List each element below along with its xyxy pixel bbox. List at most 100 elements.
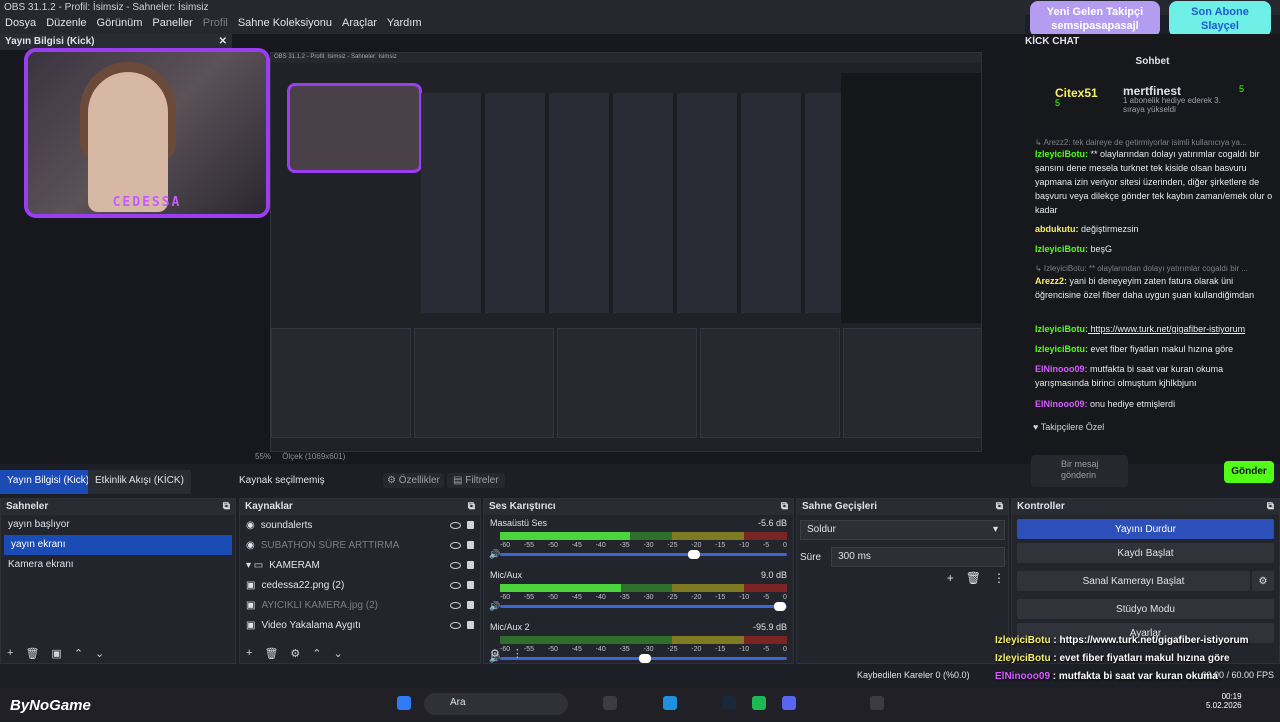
start-recording-button[interactable]: Kaydı Başlat xyxy=(1017,543,1274,563)
obs-icon[interactable] xyxy=(870,696,884,710)
gear-icon[interactable]: ⚙ xyxy=(290,647,300,661)
edge-icon[interactable] xyxy=(663,696,677,710)
chevron-down-icon: ▾ xyxy=(992,524,998,535)
eye-icon[interactable] xyxy=(450,561,461,569)
menu-item-2[interactable]: Görünüm xyxy=(97,17,143,32)
add-icon[interactable]: + xyxy=(246,647,252,661)
menu-item-6[interactable]: Araçlar xyxy=(342,17,377,32)
sources-title: Kaynaklar xyxy=(245,501,293,512)
source-name: cedessa22.png (2) xyxy=(261,579,345,591)
scene-item[interactable]: yayın başlıyor xyxy=(1,515,235,535)
scene-item[interactable]: Kamera ekranı xyxy=(1,555,235,575)
eye-icon[interactable] xyxy=(450,541,461,549)
clock-time: 00:19 xyxy=(1221,692,1242,701)
fader-knob[interactable] xyxy=(688,550,701,559)
virtual-camera-button[interactable]: Sanal Kamerayı Başlat xyxy=(1017,571,1250,591)
dock-menu-icon[interactable]: ⧉ xyxy=(1267,501,1274,513)
lock-icon[interactable] xyxy=(467,581,474,589)
volume-fader[interactable] xyxy=(500,553,787,556)
dock-menu-icon[interactable]: ⧉ xyxy=(468,501,475,513)
pinned-count: 5 xyxy=(1055,98,1061,108)
more-icon[interactable]: ⋮ xyxy=(512,647,523,661)
discord-icon[interactable] xyxy=(782,696,796,710)
scene-item[interactable]: yayın ekranı xyxy=(4,535,232,555)
chat-dock-title: KİCK CHAT xyxy=(1025,36,1080,47)
meter-scale: -60 -55 -50 -45 -40 -35 -30 -25 -20 -15 -10 -5 0 xyxy=(500,594,787,601)
chat-username[interactable]: abdukutu: xyxy=(1035,224,1079,234)
chat-username[interactable]: IzleyiciBotu: xyxy=(1035,244,1088,254)
chat-username[interactable]: IzleyiciBotu: xyxy=(1035,344,1088,354)
chat-input[interactable]: Bir mesaj gönderin xyxy=(1031,455,1128,487)
windows-start-icon[interactable] xyxy=(397,696,411,710)
menu-item-0[interactable]: Dosya xyxy=(5,17,36,32)
chat-username[interactable]: ElNinooo09: xyxy=(1035,364,1088,374)
speaker-icon[interactable]: 🔊 xyxy=(489,601,500,612)
menu-item-1[interactable]: Düzenle xyxy=(46,17,86,32)
taskbar-search[interactable]: Ara xyxy=(424,693,568,715)
add-icon[interactable]: + xyxy=(7,647,13,661)
task-view-icon[interactable] xyxy=(603,696,617,710)
duration-input[interactable]: 300 ms xyxy=(831,547,1005,567)
lock-icon[interactable] xyxy=(467,541,474,549)
filter-icon[interactable]: ▣ xyxy=(51,647,61,661)
volume-fader[interactable] xyxy=(500,605,787,608)
fader-knob[interactable] xyxy=(774,602,787,611)
up-icon[interactable]: ⌃ xyxy=(74,647,83,661)
down-icon[interactable]: ⌄ xyxy=(334,647,343,661)
source-row[interactable]: ▣ cedessa22.png (2) xyxy=(240,575,480,595)
trash-icon[interactable]: 🗑 xyxy=(966,571,981,585)
gear-icon[interactable]: ⚙ xyxy=(490,647,500,661)
menu-item-3[interactable]: Paneller xyxy=(152,17,192,32)
steam-icon[interactable] xyxy=(722,696,736,710)
lock-icon[interactable] xyxy=(467,521,474,529)
source-row[interactable]: ▣ Video Yakalama Aygıtı xyxy=(240,615,480,635)
eye-icon[interactable] xyxy=(450,521,461,529)
trash-icon[interactable]: 🗑 xyxy=(264,647,278,661)
transition-select[interactable]: Soldur ▾ xyxy=(800,520,1005,540)
more-icon[interactable]: ⋮ xyxy=(993,571,1005,585)
dock-menu-icon[interactable]: ⧉ xyxy=(781,501,788,513)
studio-mode-button[interactable]: Stüdyo Modu xyxy=(1017,599,1274,619)
down-icon[interactable]: ⌄ xyxy=(95,647,104,661)
chat-username[interactable]: IzleyiciBotu: xyxy=(1035,149,1088,159)
lock-icon[interactable] xyxy=(467,561,474,569)
chat-text[interactable]: https://www.turk.net/gigafiber-istiyorum xyxy=(1088,324,1246,334)
menu-bar: Dosya Düzenle Görünüm Paneller Profil Sahne K… xyxy=(0,15,1025,34)
stop-stream-button[interactable]: Yayını Durdur xyxy=(1017,519,1274,539)
tab-activity-feed[interactable]: Etkinlik Akışı (KİCK) xyxy=(88,470,191,494)
chat-username[interactable]: Arezz2: xyxy=(1035,276,1067,286)
scale-tick: -25 xyxy=(667,594,678,601)
trash-icon[interactable]: 🗑 xyxy=(25,647,39,661)
lock-icon[interactable] xyxy=(467,621,474,629)
gear-icon[interactable]: ⚙ xyxy=(1252,571,1274,591)
menu-item-7[interactable]: Yardım xyxy=(387,17,422,32)
source-name: SUBATHON SÜRE ARTTIRMA xyxy=(260,539,400,551)
source-row[interactable]: ▾ ▭ KAMERAM xyxy=(240,555,480,575)
source-row[interactable]: ▣ AYICIKLI KAMERA.jpg (2) xyxy=(240,595,480,615)
eye-icon[interactable] xyxy=(450,601,461,609)
up-icon[interactable]: ⌃ xyxy=(312,647,321,661)
menu-item-4[interactable]: Profil xyxy=(203,17,228,32)
lock-icon[interactable] xyxy=(467,601,474,609)
dock-menu-icon[interactable]: ⧉ xyxy=(223,501,230,513)
tab-kick-info[interactable]: Yayın Bilgisi (Kick) xyxy=(0,470,97,494)
source-row[interactable]: ◉ SUBATHON SÜRE ARTTIRMA xyxy=(240,535,480,555)
mixer-channel: Masaüstü Ses -5.6 dB -60 -55 -50 -45 -40 -35 -30… xyxy=(484,515,793,567)
menu-item-5[interactable]: Sahne Koleksiyonu xyxy=(238,17,332,32)
close-icon[interactable]: ✕ xyxy=(219,36,227,48)
add-icon[interactable]: + xyxy=(947,571,954,585)
spotify-icon[interactable] xyxy=(752,696,766,710)
chat-username[interactable]: ElNinooo09: xyxy=(1035,399,1088,409)
chat-username[interactable]: IzleyiciBotu: xyxy=(1035,324,1088,334)
eye-icon[interactable] xyxy=(450,581,461,589)
eye-icon[interactable] xyxy=(450,621,461,629)
source-row[interactable]: ◉ soundalerts xyxy=(240,515,480,535)
zoom-label: 55% xyxy=(255,452,272,461)
properties-button[interactable]: ⚙ Özellikler xyxy=(383,473,444,488)
filters-button[interactable]: ▤ Filtreler xyxy=(447,473,505,488)
send-button[interactable]: Gönder xyxy=(1224,461,1274,483)
overlay-username: ElNinooo09 xyxy=(995,671,1051,682)
webcam-name-label: CEDESSA xyxy=(112,195,182,210)
dock-menu-icon[interactable]: ⧉ xyxy=(996,501,1003,513)
speaker-icon[interactable]: 🔊 xyxy=(489,549,500,560)
